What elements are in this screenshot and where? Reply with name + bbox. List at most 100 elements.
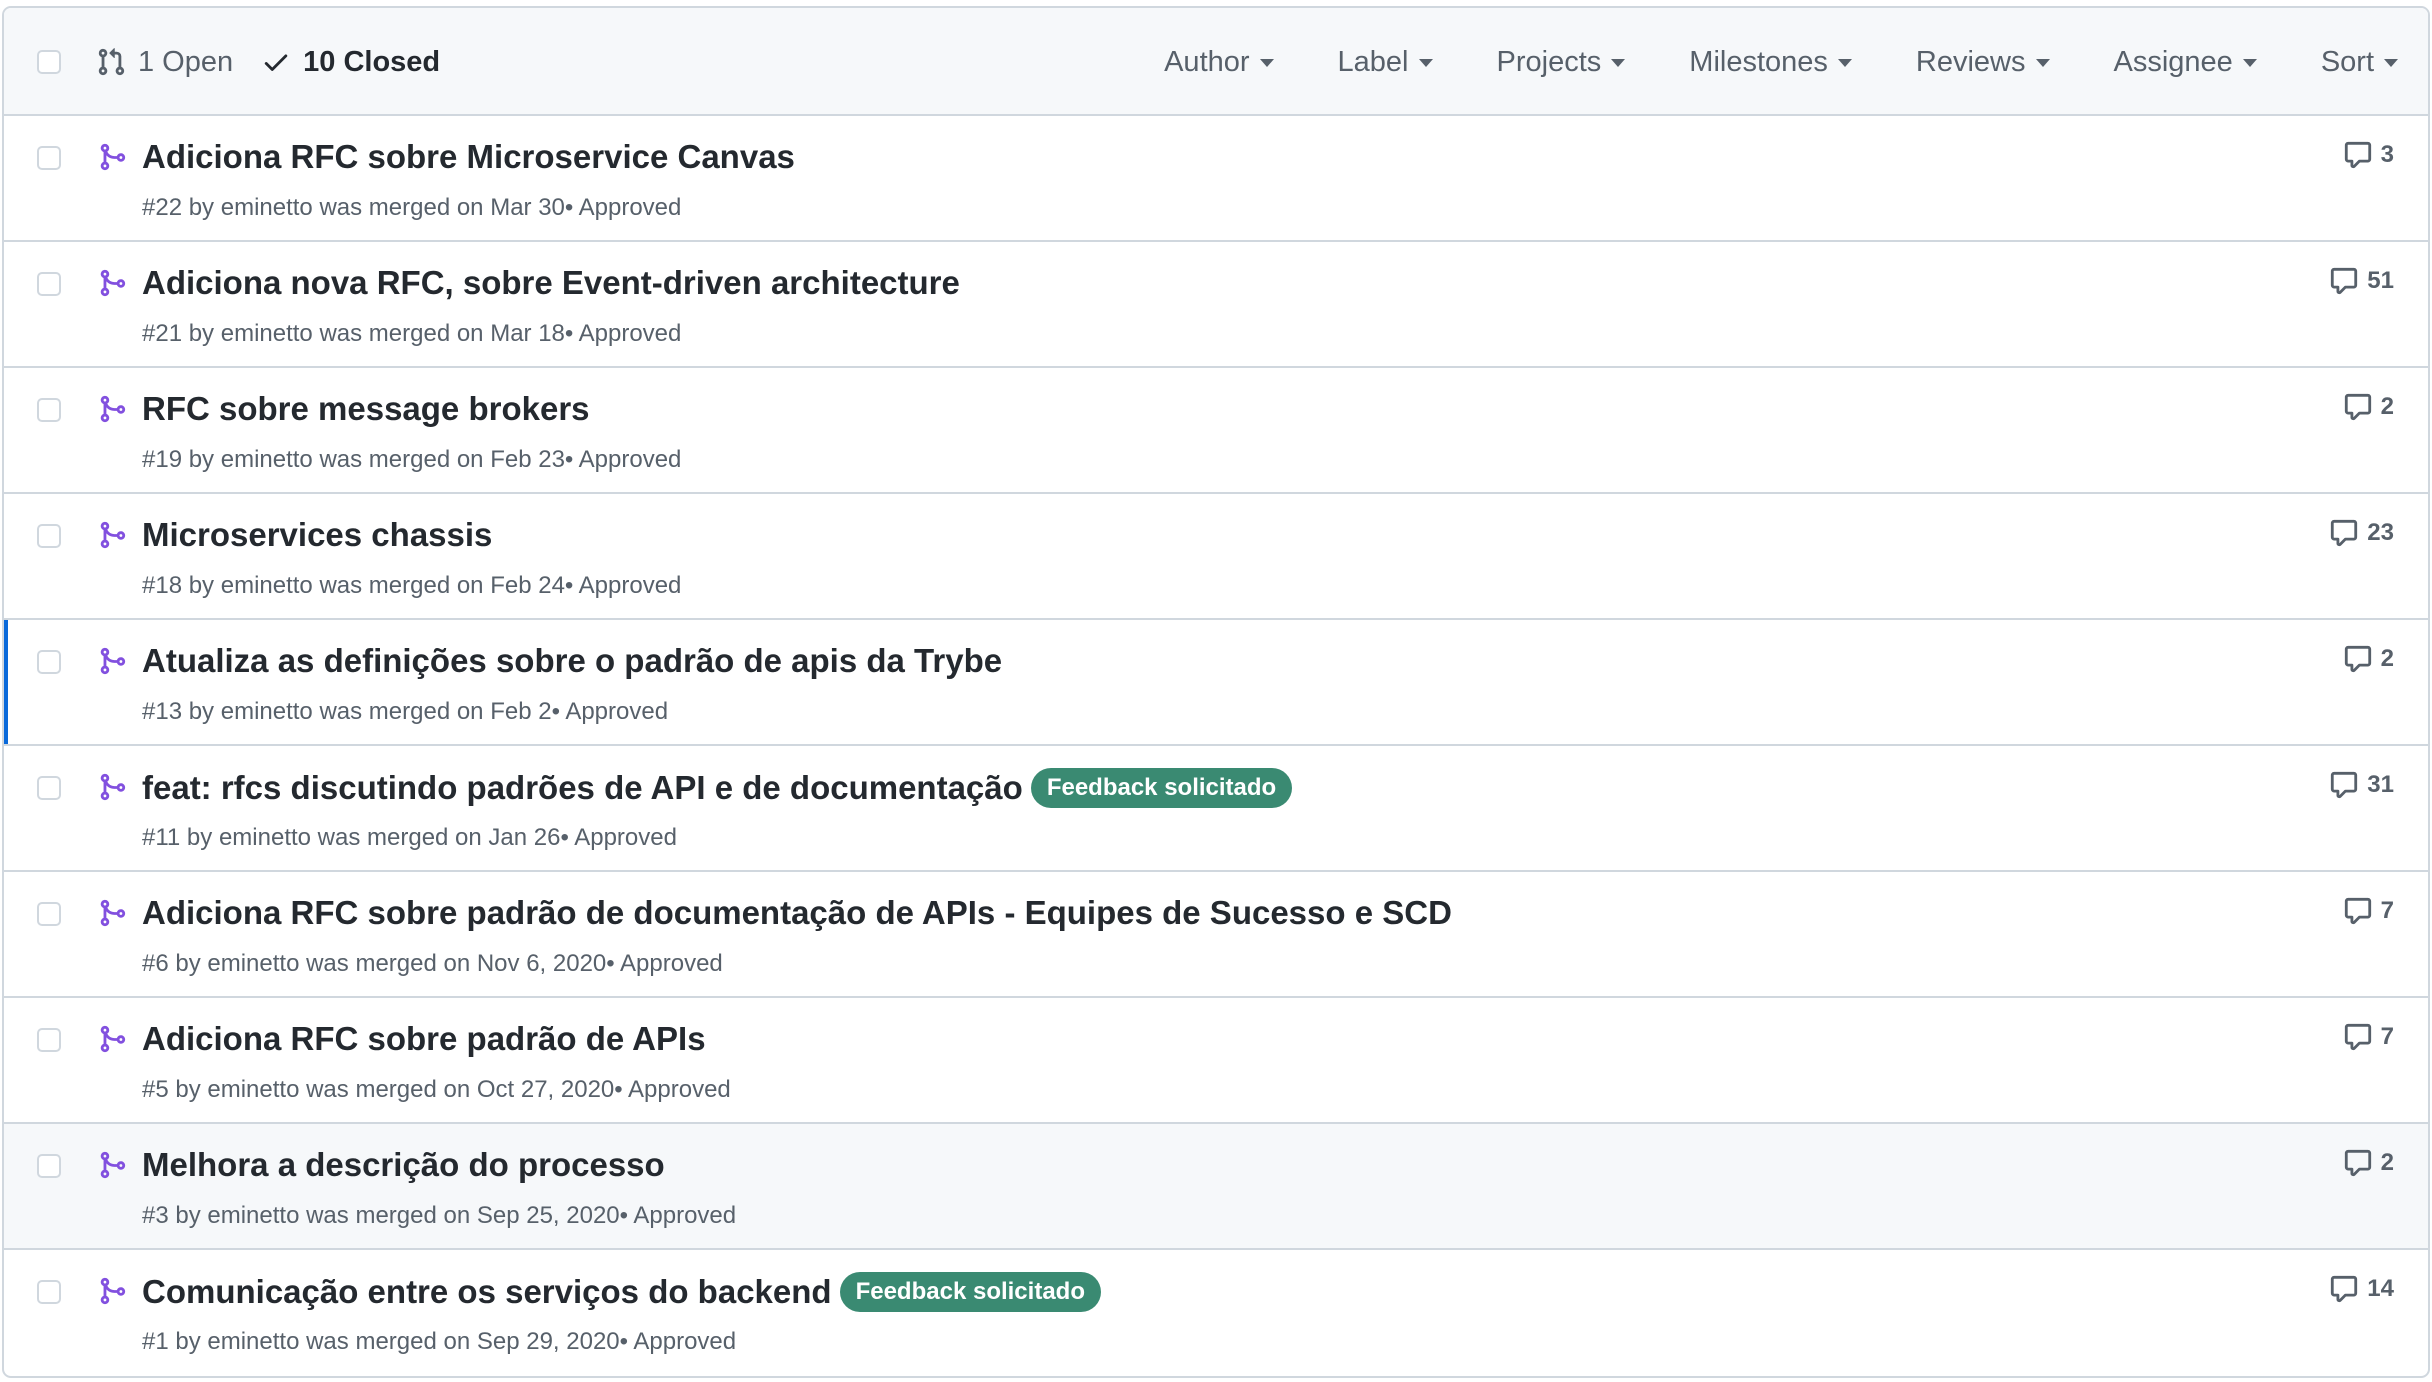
- feedback-label-badge[interactable]: Feedback solicitado: [839, 1272, 1101, 1312]
- comments-link[interactable]: 7: [2343, 1022, 2394, 1052]
- merged-pr-icon: [97, 268, 127, 303]
- row-checkbox[interactable]: [37, 1028, 61, 1052]
- comment-icon: [2329, 1274, 2359, 1304]
- select-all-checkbox[interactable]: [37, 50, 61, 74]
- pull-request-row: Comunicação entre os serviços do backend…: [4, 1250, 2428, 1376]
- caret-down-icon: [1837, 59, 1852, 67]
- open-count-label: 1 Open: [138, 45, 234, 78]
- pull-request-title-link[interactable]: Adiciona RFC sobre padrão de documentaçã…: [142, 894, 1452, 932]
- comments-link[interactable]: 2: [2343, 644, 2394, 674]
- feedback-label-badge[interactable]: Feedback solicitado: [1030, 768, 1293, 808]
- comments-link[interactable]: 2: [2343, 1148, 2394, 1178]
- pull-request-row: Atualiza as definições sobre o padrão de…: [4, 620, 2428, 746]
- milestones-filter[interactable]: Milestones: [1689, 46, 1852, 79]
- pull-request-meta: #21 by eminetto was merged on Mar 18• Ap…: [142, 320, 682, 347]
- row-checkbox[interactable]: [37, 902, 61, 926]
- comment-icon: [2343, 644, 2373, 674]
- pull-request-row: Microservices chassis #18 by eminetto wa…: [4, 494, 2428, 620]
- sort-filter-label: Sort: [2320, 45, 2374, 78]
- row-checkbox[interactable]: [37, 1154, 61, 1178]
- pull-request-row: Adiciona RFC sobre padrão de APIs #5 by …: [4, 998, 2428, 1124]
- pull-request-title-link[interactable]: Adiciona nova RFC, sobre Event-driven ar…: [142, 264, 960, 302]
- row-checkbox[interactable]: [37, 272, 61, 296]
- comment-count: 23: [2367, 519, 2394, 546]
- pull-request-meta: #3 by eminetto was merged on Sep 25, 202…: [142, 1202, 737, 1229]
- state-toggle: 1 Open 10 Closed: [96, 8, 440, 116]
- closed-count-label: 10 Closed: [303, 45, 441, 78]
- pull-request-title-link[interactable]: Adiciona RFC sobre Microservice Canvas: [142, 138, 795, 176]
- comments-link[interactable]: 7: [2343, 896, 2394, 926]
- pull-request-row: RFC sobre message brokers #19 by eminett…: [4, 368, 2428, 494]
- check-icon: [261, 47, 291, 77]
- caret-down-icon: [2035, 59, 2050, 67]
- merged-pr-icon: [97, 394, 127, 429]
- comment-count: 7: [2380, 897, 2394, 924]
- merged-pr-icon: [97, 646, 127, 681]
- row-checkbox[interactable]: [37, 650, 61, 674]
- merged-pr-icon: [97, 898, 127, 933]
- pull-request-meta: #18 by eminetto was merged on Feb 24• Ap…: [142, 572, 682, 599]
- pull-request-title-link[interactable]: Comunicação entre os serviços do backend: [142, 1273, 832, 1311]
- pull-request-list: 1 Open 10 Closed Author Label Projects M…: [2, 6, 2430, 1378]
- row-checkbox[interactable]: [37, 146, 61, 170]
- comments-link[interactable]: 31: [2329, 770, 2394, 800]
- pull-request-meta: #1 by eminetto was merged on Sep 29, 202…: [142, 1328, 737, 1355]
- comment-icon: [2343, 140, 2373, 170]
- caret-down-icon: [1259, 59, 1274, 67]
- merged-pr-icon: [97, 142, 127, 177]
- comments-link[interactable]: 2: [2343, 392, 2394, 422]
- assignee-filter[interactable]: Assignee: [2114, 46, 2257, 79]
- pull-request-row: Adiciona RFC sobre Microservice Canvas #…: [4, 116, 2428, 242]
- pull-request-row: Melhora a descrição do processo #3 by em…: [4, 1124, 2428, 1250]
- row-checkbox[interactable]: [37, 1280, 61, 1304]
- reviews-filter-label: Reviews: [1915, 45, 2026, 78]
- merged-pr-icon: [97, 520, 127, 555]
- pull-request-title-link[interactable]: Atualiza as definições sobre o padrão de…: [142, 642, 1002, 680]
- pull-request-row: feat: rfcs discutindo padrões de API e d…: [4, 746, 2428, 872]
- sort-filter[interactable]: Sort: [2321, 46, 2398, 79]
- author-filter[interactable]: Author: [1164, 46, 1274, 79]
- pull-request-title-link[interactable]: Microservices chassis: [142, 516, 492, 554]
- comment-icon: [2329, 266, 2359, 296]
- pull-request-title-link[interactable]: feat: rfcs discutindo padrões de API e d…: [142, 769, 1023, 807]
- comments-link[interactable]: 23: [2329, 518, 2394, 548]
- pull-request-title-link[interactable]: Adiciona RFC sobre padrão de APIs: [142, 1020, 706, 1058]
- comment-icon: [2343, 392, 2373, 422]
- reviews-filter[interactable]: Reviews: [1916, 46, 2050, 79]
- pull-request-meta: #6 by eminetto was merged on Nov 6, 2020…: [142, 950, 723, 977]
- merged-pr-icon: [97, 1150, 127, 1185]
- pull-request-title-link[interactable]: Melhora a descrição do processo: [142, 1146, 665, 1184]
- assignee-filter-label: Assignee: [2113, 45, 2233, 78]
- label-filter[interactable]: Label: [1338, 46, 1433, 79]
- caret-down-icon: [1611, 59, 1626, 67]
- closed-filter-link[interactable]: 10 Closed: [261, 46, 440, 79]
- comment-count: 7: [2380, 1023, 2394, 1050]
- comments-link[interactable]: 51: [2329, 266, 2394, 296]
- pull-request-title-link[interactable]: RFC sobre message brokers: [142, 390, 590, 428]
- label-filter-label: Label: [1337, 45, 1409, 78]
- open-filter-link[interactable]: 1 Open: [96, 46, 233, 79]
- pull-request-meta: #11 by eminetto was merged on Jan 26• Ap…: [142, 824, 677, 851]
- comments-link[interactable]: 14: [2329, 1274, 2394, 1304]
- projects-filter-label: Projects: [1496, 45, 1602, 78]
- pull-request-meta: #19 by eminetto was merged on Feb 23• Ap…: [142, 446, 682, 473]
- projects-filter[interactable]: Projects: [1497, 46, 1626, 79]
- pull-request-row: Adiciona RFC sobre padrão de documentaçã…: [4, 872, 2428, 998]
- row-checkbox[interactable]: [37, 398, 61, 422]
- caret-down-icon: [2242, 59, 2257, 67]
- milestones-filter-label: Milestones: [1689, 45, 1828, 78]
- filter-bar: Author Label Projects Milestones Reviews…: [1164, 8, 2398, 116]
- comment-count: 14: [2367, 1275, 2394, 1302]
- comment-count: 2: [2380, 1149, 2394, 1176]
- row-checkbox[interactable]: [37, 524, 61, 548]
- list-header: 1 Open 10 Closed Author Label Projects M…: [4, 8, 2428, 116]
- comments-link[interactable]: 3: [2343, 140, 2394, 170]
- row-checkbox[interactable]: [37, 776, 61, 800]
- pull-request-meta: #22 by eminetto was merged on Mar 30• Ap…: [142, 194, 682, 221]
- comment-icon: [2343, 896, 2373, 926]
- pull-request-meta: #13 by eminetto was merged on Feb 2• App…: [142, 698, 669, 725]
- merged-pr-icon: [97, 1276, 127, 1311]
- comment-count: 3: [2380, 141, 2394, 168]
- pull-request-row: Adiciona nova RFC, sobre Event-driven ar…: [4, 242, 2428, 368]
- comment-icon: [2329, 770, 2359, 800]
